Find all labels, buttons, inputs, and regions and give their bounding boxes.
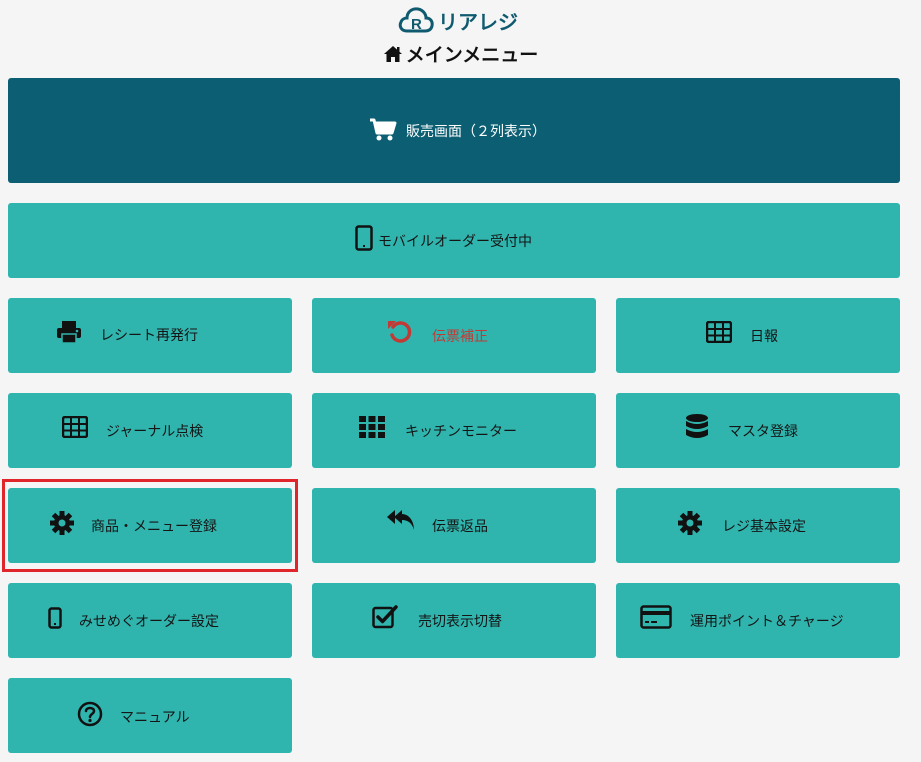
mobile-order-label: モバイルオーダー受付中 [378, 234, 532, 250]
soldout-toggle-label: 売切表示切替 [418, 614, 502, 630]
undo-icon [388, 321, 412, 343]
manual-label: マニュアル [120, 710, 190, 726]
printer-icon [57, 321, 81, 344]
tablet-icon [355, 225, 373, 251]
reply-all-icon [387, 510, 414, 530]
kitchen-monitor-button[interactable]: キッチンモニター [312, 393, 596, 468]
question-icon [77, 701, 103, 727]
product-menu-register-label: 商品・メニュー登録 [91, 519, 217, 535]
receipt-reprint-label: レシート再発行 [100, 328, 198, 344]
manual-button[interactable]: マニュアル [8, 678, 292, 753]
table-icon [706, 321, 732, 343]
page-title-text: メインメニュー [405, 44, 539, 66]
grid-icon [359, 416, 385, 438]
cart-icon [370, 118, 397, 141]
cloud-logo-icon: R [398, 7, 434, 33]
app-logo: R リアレジ [398, 4, 518, 36]
slip-correction-label: 伝票補正 [432, 329, 488, 345]
receipt-reprint-button[interactable]: レシート再発行 [8, 298, 292, 373]
slip-return-label: 伝票返品 [432, 519, 488, 535]
master-register-label: マスタ登録 [728, 424, 798, 440]
sales-screen-button[interactable]: 販売画面（２列表示） [8, 78, 900, 183]
logo-text: リアレジ [438, 9, 518, 34]
credit-card-icon [640, 605, 672, 629]
daily-report-label: 日報 [750, 329, 778, 345]
master-register-button[interactable]: マスタ登録 [616, 393, 900, 468]
database-icon [686, 414, 708, 438]
slip-correction-button[interactable]: 伝票補正 [312, 298, 596, 373]
points-charge-label: 運用ポイント＆チャージ [690, 614, 844, 630]
sales-screen-label: 販売画面（２列表示） [406, 124, 546, 140]
product-menu-register-button[interactable]: 商品・メニュー登録 [8, 488, 292, 563]
check-square-icon [372, 605, 398, 629]
gear-icon [678, 511, 702, 535]
misemegu-order-settings-label: みせめぐオーダー設定 [79, 614, 219, 630]
mobile-order-button[interactable]: モバイルオーダー受付中 [8, 203, 900, 278]
mobile-icon [48, 607, 62, 629]
gear-icon [50, 511, 74, 535]
main-menu-page: R リアレジ メインメニュー 販売画面（２列表示） モバイルオーダー受付中 レシ… [0, 0, 921, 762]
home-icon [383, 45, 402, 62]
soldout-toggle-button[interactable]: 売切表示切替 [312, 583, 596, 658]
kitchen-monitor-label: キッチンモニター [405, 424, 517, 440]
svg-text:R: R [411, 16, 422, 33]
register-basic-settings-button[interactable]: レジ基本設定 [616, 488, 900, 563]
register-basic-settings-label: レジ基本設定 [722, 519, 806, 535]
journal-check-button[interactable]: ジャーナル点検 [8, 393, 292, 468]
journal-check-label: ジャーナル点検 [106, 424, 204, 440]
page-title: メインメニュー [0, 40, 921, 67]
daily-report-button[interactable]: 日報 [616, 298, 900, 373]
misemegu-order-settings-button[interactable]: みせめぐオーダー設定 [8, 583, 292, 658]
slip-return-button[interactable]: 伝票返品 [312, 488, 596, 563]
points-charge-button[interactable]: 運用ポイント＆チャージ [616, 583, 900, 658]
table-icon [62, 416, 88, 438]
